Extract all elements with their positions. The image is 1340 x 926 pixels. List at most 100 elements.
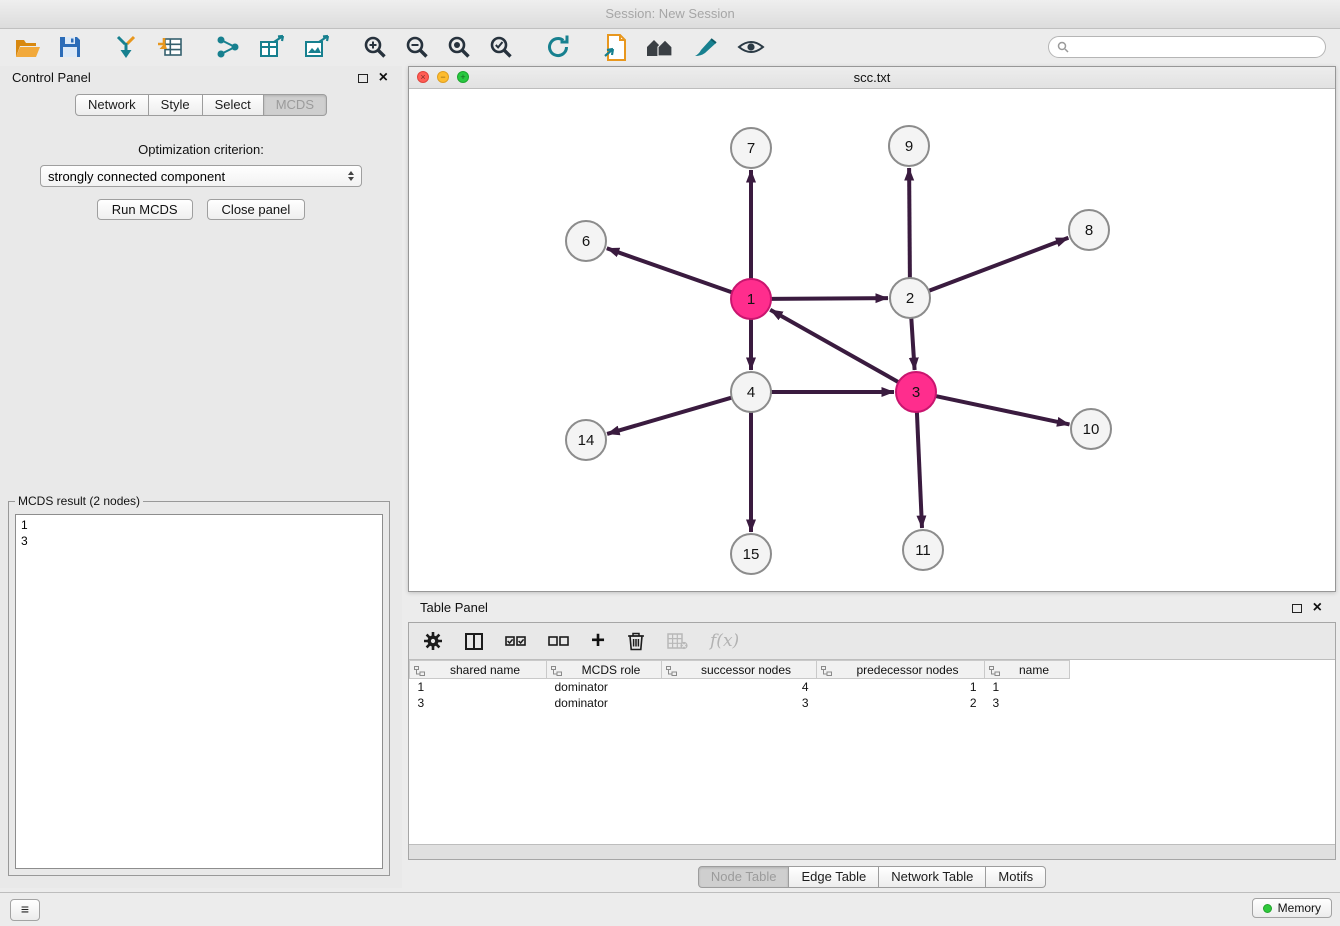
tab-network-table[interactable]: Network Table — [879, 866, 986, 888]
graph-node-10[interactable]: 10 — [1071, 409, 1111, 449]
graph-edge-2-8[interactable] — [929, 238, 1069, 291]
open-session-button[interactable] — [14, 36, 41, 59]
add-column-button[interactable]: + — [591, 631, 605, 651]
tab-mcds[interactable]: MCDS — [264, 94, 327, 116]
table-settings-button[interactable] — [423, 631, 443, 651]
show-graphics-details-button[interactable] — [737, 37, 765, 57]
svg-text:1: 1 — [747, 291, 755, 308]
mcds-result-text[interactable]: 1 3 — [15, 514, 383, 869]
cell-name[interactable]: 1 — [985, 679, 1070, 696]
cell-successor-nodes[interactable]: 4 — [662, 679, 817, 696]
tab-style[interactable]: Style — [149, 94, 203, 116]
graph-node-9[interactable]: 9 — [889, 126, 929, 166]
new-network-button[interactable] — [215, 34, 241, 60]
close-table-panel-icon[interactable]: × — [1313, 599, 1322, 617]
zoom-out-button[interactable] — [405, 35, 429, 59]
delete-column-button[interactable] — [627, 631, 645, 651]
minimize-window-icon[interactable]: − — [437, 71, 449, 83]
graph-node-15[interactable]: 15 — [731, 534, 771, 574]
close-panel-icon[interactable]: × — [379, 69, 388, 87]
graph-node-8[interactable]: 8 — [1069, 210, 1109, 250]
column-header-mcds-role[interactable]: MCDS role — [547, 661, 662, 679]
zoom-selected-icon — [489, 35, 513, 59]
column-header-predecessor-nodes[interactable]: predecessor nodes — [817, 661, 985, 679]
column-header-filler — [1070, 661, 1336, 679]
import-table-button[interactable] — [157, 34, 183, 60]
tab-node-table[interactable]: Node Table — [698, 866, 790, 888]
home-layout-button[interactable] — [645, 35, 675, 59]
graph-node-14[interactable]: 14 — [566, 420, 606, 460]
table-row-node-1[interactable]: 1 dominator 4 1 1 — [410, 679, 1336, 696]
tab-select[interactable]: Select — [203, 94, 264, 116]
graph-node-2[interactable]: 2 — [890, 278, 930, 318]
graph-edge-2-3[interactable] — [911, 318, 914, 370]
open-folder-icon — [14, 36, 41, 59]
tab-network[interactable]: Network — [75, 94, 149, 116]
close-window-icon[interactable]: × — [417, 71, 429, 83]
graph-edge-3-10[interactable] — [936, 396, 1070, 424]
graph-edge-4-14[interactable] — [607, 398, 732, 434]
graph-node-7[interactable]: 7 — [731, 128, 771, 168]
zoom-in-button[interactable] — [363, 35, 387, 59]
cell-mcds-role[interactable]: dominator — [547, 695, 662, 711]
close-panel-button[interactable]: Close panel — [207, 199, 306, 220]
zoom-window-icon[interactable]: + — [457, 71, 469, 83]
graph-node-6[interactable]: 6 — [566, 221, 606, 261]
apply-style-button[interactable] — [693, 35, 719, 59]
graph-edge-1-2[interactable] — [771, 298, 888, 299]
cell-name[interactable]: 3 — [985, 695, 1070, 711]
tab-edge-table[interactable]: Edge Table — [789, 866, 879, 888]
home-icon — [645, 35, 675, 59]
svg-text:6: 6 — [582, 233, 590, 250]
table-scroll-strip[interactable] — [409, 844, 1335, 859]
run-mcds-button[interactable]: Run MCDS — [97, 199, 193, 220]
zoom-selected-button[interactable] — [489, 35, 513, 59]
delete-table-button[interactable] — [667, 633, 688, 650]
cell-predecessor-nodes[interactable]: 2 — [817, 695, 985, 711]
import-network-button[interactable] — [113, 34, 139, 60]
memory-button[interactable]: Memory — [1252, 898, 1332, 918]
search-input[interactable] — [1074, 37, 1317, 57]
cell-predecessor-nodes[interactable]: 1 — [817, 679, 985, 696]
save-session-button[interactable] — [59, 36, 81, 58]
cell-successor-nodes[interactable]: 3 — [662, 695, 817, 711]
column-header-shared-name[interactable]: shared name — [410, 661, 547, 679]
cell-mcds-role[interactable]: dominator — [547, 679, 662, 696]
graph-edge-3-11[interactable] — [917, 412, 922, 528]
column-header-successor-nodes[interactable]: successor nodes — [662, 661, 817, 679]
function-builder-button[interactable]: f(x) — [710, 631, 739, 651]
graph-node-3[interactable]: 3 — [896, 372, 936, 412]
refresh-button[interactable] — [545, 34, 571, 60]
column-header-name[interactable]: name — [985, 661, 1070, 679]
graph-node-1[interactable]: 1 — [731, 279, 771, 319]
deselect-all-rows-button[interactable] — [548, 635, 569, 648]
float-table-panel-icon[interactable] — [1292, 604, 1302, 613]
tab-motifs[interactable]: Motifs — [986, 866, 1046, 888]
float-panel-icon[interactable] — [358, 74, 368, 83]
task-history-button[interactable]: ≡ — [10, 899, 40, 921]
cell-shared-name[interactable]: 3 — [410, 695, 547, 711]
graph-edge-2-9[interactable] — [909, 168, 910, 278]
select-all-rows-button[interactable] — [505, 635, 526, 648]
export-image-button[interactable] — [304, 34, 331, 60]
import-network-icon — [113, 34, 139, 60]
graph-edge-1-6[interactable] — [607, 248, 732, 292]
criterion-select[interactable]: strongly connected component — [40, 165, 362, 187]
show-columns-button[interactable] — [465, 633, 483, 650]
memory-label: Memory — [1278, 901, 1321, 915]
graph-node-4[interactable]: 4 — [731, 372, 771, 412]
svg-text:8: 8 — [1085, 222, 1093, 239]
table-header-row: shared name MCDS role successor nodes pr… — [410, 661, 1336, 679]
column-edit-icon — [989, 666, 1000, 676]
graph-node-11[interactable]: 11 — [903, 530, 943, 570]
duplicate-network-button[interactable] — [603, 34, 627, 61]
cell-shared-name[interactable]: 1 — [410, 679, 547, 696]
zoom-fit-button[interactable] — [447, 35, 471, 59]
graph-edge-3-1[interactable] — [770, 310, 898, 382]
network-graph[interactable]: 7 9 6 8 1 2 4 3 14 10 15 11 — [409, 89, 1335, 591]
search-box[interactable] — [1048, 36, 1326, 58]
session-group — [14, 36, 81, 59]
export-table-button[interactable] — [259, 34, 286, 60]
svg-text:10: 10 — [1083, 421, 1100, 438]
table-row-node-3[interactable]: 3 dominator 3 2 3 — [410, 695, 1336, 711]
